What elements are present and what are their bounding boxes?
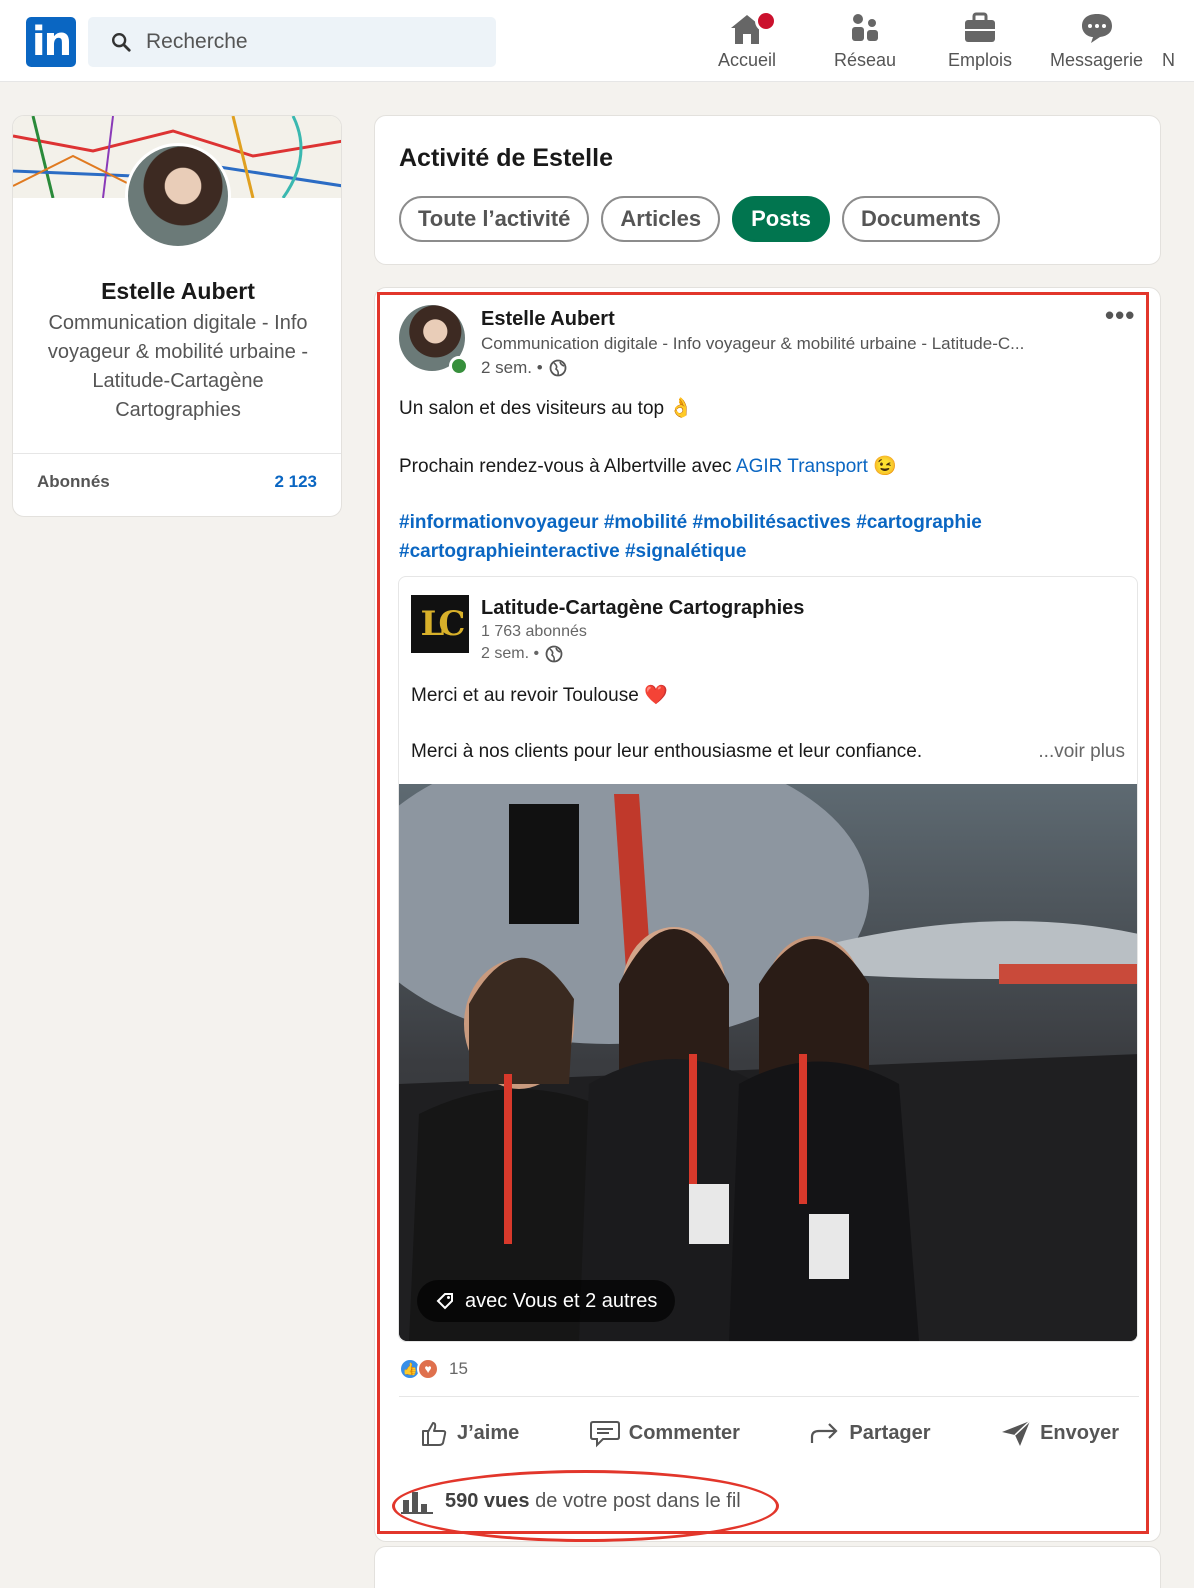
- nav-item-jobs[interactable]: Emplois: [948, 8, 1012, 71]
- author-headline: Communication digitale - Info voyageur &…: [481, 334, 1025, 353]
- linkedin-logo[interactable]: in: [26, 17, 76, 67]
- reshare-time: 2 sem. •: [481, 645, 563, 663]
- followers-label[interactable]: Abonnés: [37, 472, 110, 492]
- nav-label: Messagerie: [1050, 50, 1144, 70]
- post-text-suffix: 😉: [867, 456, 897, 477]
- author-name[interactable]: Estelle Aubert: [481, 308, 615, 331]
- activity-title: Activité de Estelle: [399, 144, 613, 172]
- post-card: Estelle Aubert Communication digitale - …: [374, 287, 1161, 1542]
- profile-avatar[interactable]: [125, 143, 231, 249]
- comment-button[interactable]: Commenter: [569, 1410, 760, 1456]
- company-followers: 1 763 abonnés: [481, 623, 587, 640]
- filter-all-activity[interactable]: Toute l’activité: [399, 196, 590, 242]
- company-logo[interactable]: LC: [411, 595, 469, 653]
- post-views[interactable]: 590 vues de votre post dans le fil: [401, 1488, 741, 1514]
- messaging-icon: [1081, 14, 1112, 43]
- hashtags-line[interactable]: #informationvoyageur #mobilité #mobilité…: [399, 512, 982, 534]
- analytics-bar-icon: [401, 1492, 433, 1514]
- company-name[interactable]: Latitude-Cartagène Cartographies: [481, 597, 804, 620]
- search-icon: [112, 33, 131, 52]
- views-count: 590 vues: [445, 1489, 530, 1512]
- filter-articles[interactable]: Articles: [601, 196, 721, 242]
- like-label: J’aime: [457, 1421, 520, 1444]
- tagged-people-pill[interactable]: avec Vous et 2 autres: [417, 1280, 676, 1322]
- nav-label: N: [1162, 50, 1175, 70]
- divider: [399, 1396, 1139, 1397]
- love-reaction-icon: ♥: [417, 1358, 439, 1380]
- activity-filter-tabs: Toute l’activité Articles Posts Document…: [399, 196, 1000, 242]
- search-input[interactable]: Recherche: [88, 17, 496, 67]
- nav-label: Emplois: [948, 50, 1013, 70]
- reshare-text-line: Merci à nos clients pour leur enthousias…: [411, 741, 923, 762]
- post-time-text: 2 sem. •: [481, 358, 543, 377]
- nav-item-home[interactable]: Accueil: [718, 8, 778, 71]
- filter-posts[interactable]: Posts: [732, 196, 831, 242]
- activity-header-card: Activité de Estelle Toute l’activité Art…: [374, 115, 1161, 265]
- profile-headline: Communication digitale - Info voyageur &…: [47, 312, 309, 421]
- divider: [13, 453, 341, 454]
- mention-link[interactable]: AGIR Transport: [736, 456, 868, 477]
- nav-label: Réseau: [834, 50, 897, 70]
- search-placeholder: Recherche: [146, 30, 248, 53]
- more-options-icon[interactable]: •••: [1105, 302, 1135, 328]
- post-actions-bar: J’aime Commenter Partager Envoyer: [399, 1410, 1139, 1456]
- views-text: 590 vues de votre post dans le fil: [445, 1490, 741, 1513]
- like-button[interactable]: J’aime: [399, 1410, 539, 1456]
- hashtags-line[interactable]: #cartographieinteractive #signalétique: [399, 541, 746, 563]
- nav-item-notifications[interactable]: N: [1162, 8, 1175, 71]
- send-button[interactable]: Envoyer: [980, 1410, 1139, 1456]
- reaction-count[interactable]: 15: [449, 1359, 468, 1379]
- post-text-line: Un salon et des visiteurs au top 👌: [399, 398, 694, 419]
- send-icon: [1002, 1420, 1031, 1446]
- reshare-text-line: Merci et au revoir Toulouse ❤️: [411, 685, 668, 706]
- globe-icon: [545, 645, 563, 663]
- share-icon: [811, 1423, 838, 1443]
- briefcase-icon: [965, 12, 996, 42]
- event-photo-image: [399, 784, 1137, 1341]
- nav-item-network[interactable]: Réseau: [834, 8, 896, 71]
- post-photo[interactable]: avec Vous et 2 autres: [399, 784, 1137, 1341]
- network-icon: [852, 14, 879, 41]
- post-time: 2 sem. •: [481, 358, 567, 378]
- share-button[interactable]: Partager: [789, 1410, 950, 1456]
- see-more-link[interactable]: ...voir plus: [1038, 741, 1125, 763]
- post-text-prefix: Prochain rendez-vous à Albertville avec: [399, 456, 736, 477]
- tag-icon: [436, 1293, 453, 1310]
- reshare-time-text: 2 sem. •: [481, 645, 540, 662]
- share-label: Partager: [849, 1421, 931, 1444]
- next-post-card: [374, 1546, 1161, 1588]
- send-label: Envoyer: [1040, 1421, 1119, 1444]
- filter-documents[interactable]: Documents: [842, 196, 1000, 242]
- post-text-line: Prochain rendez-vous à Albertville avec …: [399, 454, 897, 478]
- views-suffix: de votre post dans le fil: [529, 1489, 741, 1512]
- comment-icon: [589, 1421, 620, 1448]
- notification-badge: [755, 10, 778, 32]
- nav-label: Accueil: [718, 50, 777, 70]
- reactions-summary[interactable]: 👍 ♥ 15: [399, 1358, 468, 1380]
- reshared-post[interactable]: LC Latitude-Cartagène Cartographies 1 76…: [398, 576, 1138, 1342]
- nav-item-messaging[interactable]: Messagerie: [1050, 8, 1143, 71]
- profile-card: Estelle Aubert Communication digitale - …: [12, 115, 342, 517]
- comment-label: Commenter: [628, 1421, 740, 1444]
- profile-name[interactable]: Estelle Aubert: [13, 278, 341, 305]
- tagged-people-text: avec Vous et 2 autres: [465, 1289, 658, 1312]
- online-status-dot: [449, 356, 469, 376]
- top-navigation-bar: in Recherche Accueil Réseau Emplois Mess…: [0, 0, 1194, 82]
- thumbs-up-icon: [422, 1422, 447, 1446]
- followers-count[interactable]: 2 123: [274, 472, 317, 492]
- globe-icon: [549, 359, 567, 377]
